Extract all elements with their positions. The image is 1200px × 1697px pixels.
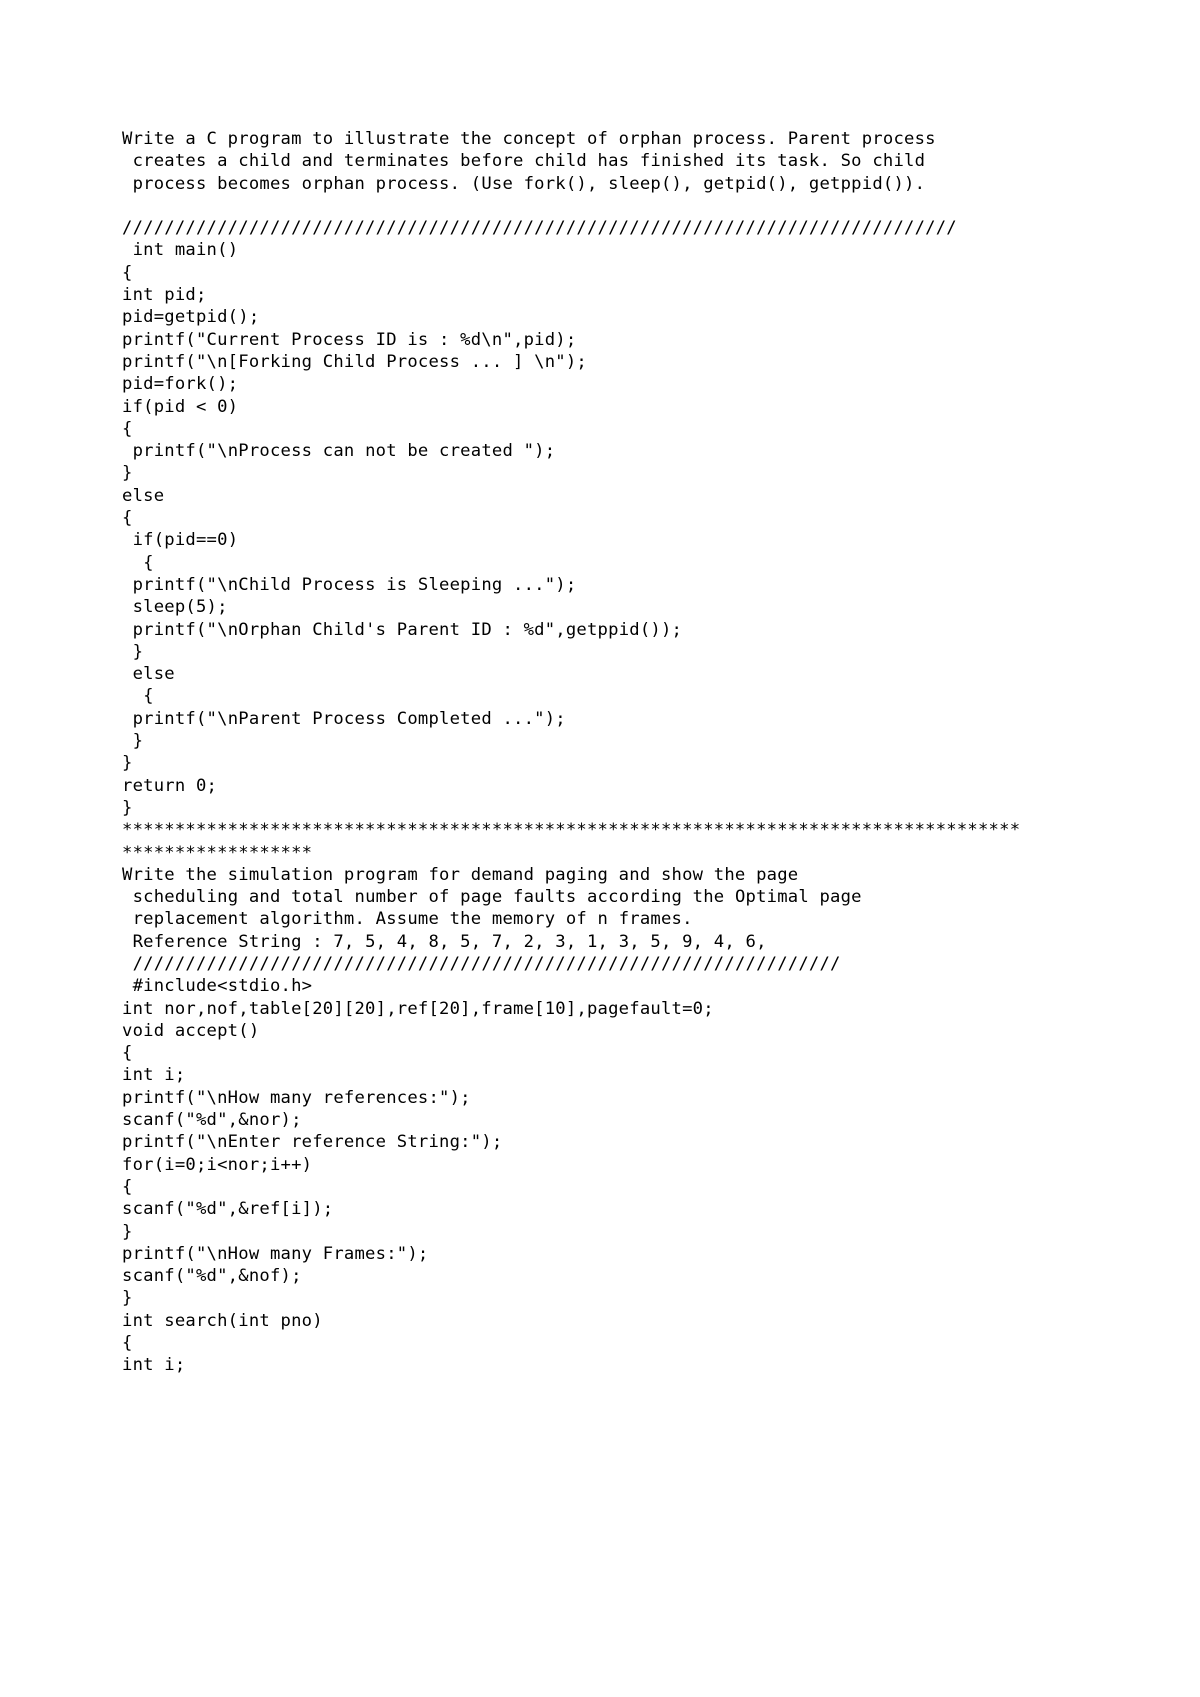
document-content: Write a C program to illustrate the conc…: [122, 129, 1021, 1376]
document-text-body: Write a C program to illustrate the conc…: [122, 128, 1022, 1377]
document-page: Write a C program to illustrate the conc…: [0, 0, 1200, 1697]
